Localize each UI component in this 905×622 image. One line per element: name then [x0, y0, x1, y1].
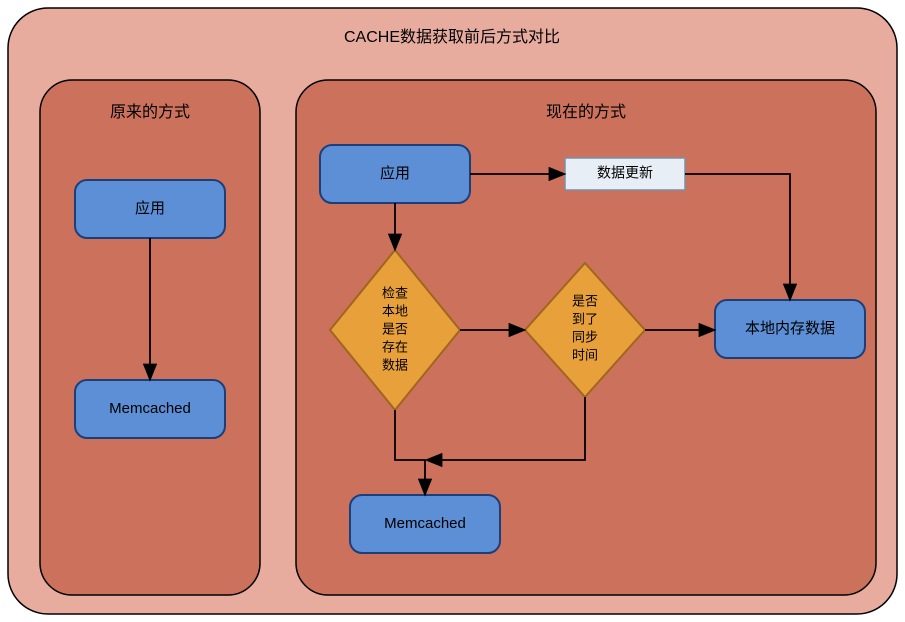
main-title: CACHE数据获取前后方式对比 [344, 28, 560, 46]
right-panel-title: 现在的方式 [546, 103, 626, 121]
right-app-label: 应用 [380, 164, 410, 182]
check-local-line5: 数据 [382, 357, 408, 372]
left-memcached-label: Memcached [109, 400, 191, 417]
check-sync-line1: 是否 [572, 293, 598, 308]
local-mem-label: 本地内存数据 [745, 320, 835, 337]
check-local-line2: 本地 [382, 303, 408, 318]
check-local-line4: 存在 [382, 339, 408, 354]
left-panel-title: 原来的方式 [110, 103, 190, 121]
check-sync-line3: 同步 [572, 329, 598, 344]
diagram-canvas: CACHE数据获取前后方式对比 原来的方式 应用 Memcached 现在的方式… [0, 0, 905, 622]
check-sync-line2: 到了 [572, 311, 598, 326]
left-app-label: 应用 [135, 199, 165, 217]
right-memcached-label: Memcached [384, 515, 466, 532]
check-sync-line4: 时间 [572, 347, 598, 362]
data-update-label: 数据更新 [597, 165, 653, 181]
check-local-line3: 是否 [382, 321, 408, 336]
check-local-line1: 检查 [382, 285, 408, 300]
